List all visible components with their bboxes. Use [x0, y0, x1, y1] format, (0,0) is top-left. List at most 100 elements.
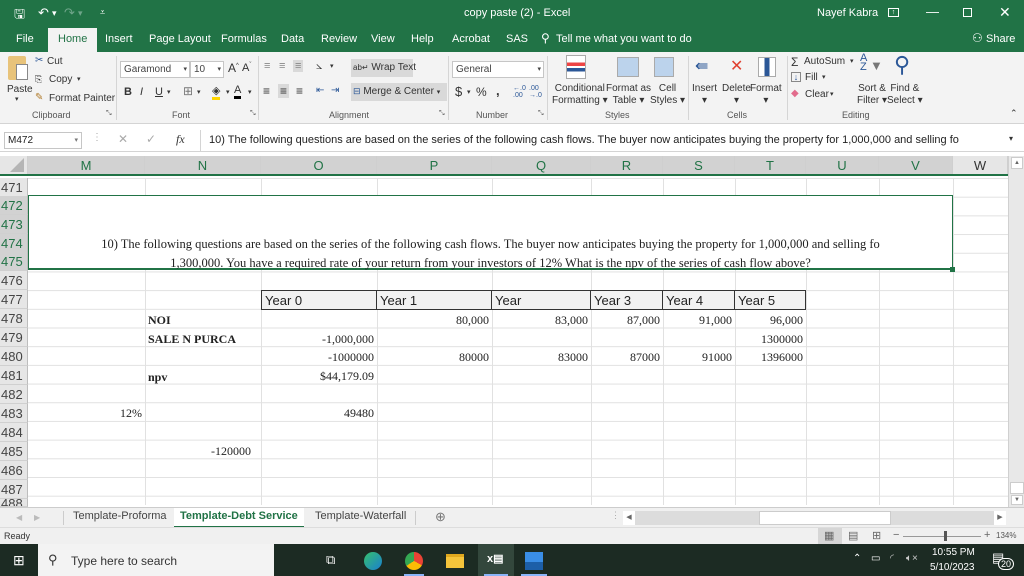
- font-launcher-icon[interactable]: ⤡: [250, 110, 256, 118]
- clear-dropdown-icon[interactable]: ▾: [830, 90, 834, 98]
- new-sheet-icon[interactable]: ⊕: [435, 509, 446, 525]
- cell-sale-year5[interactable]: 1300000: [735, 330, 806, 349]
- number-launcher-icon[interactable]: ⤡: [538, 110, 544, 118]
- currency-button[interactable]: $: [455, 84, 462, 99]
- tell-me-search[interactable]: Tell me what you want to do: [556, 33, 692, 45]
- decrease-decimal-icon[interactable]: .00 →.0: [529, 85, 542, 99]
- row-header[interactable]: 486: [0, 461, 28, 480]
- cancel-entry-icon[interactable]: ✕: [118, 132, 128, 146]
- clear-button[interactable]: Clear: [805, 89, 829, 100]
- cell-total-year0[interactable]: -1000000: [261, 348, 377, 367]
- cell-label-noi[interactable]: NOI: [145, 311, 261, 330]
- column-header-w[interactable]: W: [953, 156, 1008, 174]
- taskbar-search-box[interactable]: ⚲ Type here to search: [38, 544, 274, 576]
- cell-noi-year3[interactable]: 87,000: [591, 311, 663, 330]
- tab-sas[interactable]: SAS: [506, 33, 528, 45]
- cell-label-npv[interactable]: npv: [145, 368, 261, 387]
- copy-dropdown-icon[interactable]: ▾: [77, 75, 81, 83]
- insert-cells-button[interactable]: Insert ▾: [692, 83, 717, 107]
- tab-split-handle-icon[interactable]: ⋮: [611, 510, 620, 521]
- zoom-out-icon[interactable]: −: [893, 529, 899, 541]
- row-header[interactable]: 473: [0, 215, 28, 234]
- user-name[interactable]: Nayef Kabra: [817, 7, 878, 19]
- tab-data[interactable]: Data: [281, 33, 304, 45]
- zoom-slider-thumb[interactable]: [944, 531, 947, 541]
- column-header-t[interactable]: T: [735, 156, 806, 174]
- row-header[interactable]: 483: [0, 404, 28, 423]
- sort-filter-button[interactable]: Sort & Filter ▾: [857, 83, 887, 107]
- alignment-launcher-icon[interactable]: ⤡: [439, 110, 445, 118]
- conditional-formatting-button[interactable]: Conditional Formatting ▾: [552, 83, 608, 107]
- increase-font-icon[interactable]: A^: [228, 61, 239, 75]
- format-as-table-button[interactable]: Format as Table ▾: [606, 83, 651, 107]
- tab-formulas[interactable]: Formulas: [221, 33, 267, 45]
- borders-icon[interactable]: ⊞: [183, 84, 193, 98]
- font-color-dropdown-icon[interactable]: ▾: [248, 88, 252, 96]
- row-header[interactable]: 485: [0, 442, 28, 461]
- row-header[interactable]: 475: [0, 252, 28, 271]
- increase-indent-icon[interactable]: ⇥: [331, 85, 339, 96]
- minimize-icon[interactable]: —: [926, 4, 939, 19]
- select-all-button[interactable]: [0, 156, 28, 174]
- orientation-icon[interactable]: ⦣: [316, 60, 322, 73]
- merge-center-button[interactable]: ⊟ Merge & Center ▾: [351, 83, 447, 101]
- row-header[interactable]: 476: [0, 271, 28, 290]
- zoom-slider[interactable]: [903, 536, 981, 537]
- page-layout-view-icon[interactable]: ▤: [848, 529, 858, 542]
- find-select-button[interactable]: Find & Select ▾: [887, 83, 923, 107]
- row-header[interactable]: 471: [0, 178, 28, 197]
- column-header-r[interactable]: R: [591, 156, 663, 174]
- prev-sheet-icon[interactable]: ◀: [16, 513, 22, 522]
- column-header-v[interactable]: V: [879, 156, 953, 174]
- cell-noi-year2[interactable]: 83,000: [492, 311, 591, 330]
- scroll-down-arrow-icon[interactable]: ▼: [1011, 495, 1023, 505]
- column-header-s[interactable]: S: [663, 156, 735, 174]
- cell-noi-year1[interactable]: 80,000: [377, 311, 492, 330]
- clipboard-launcher-icon[interactable]: ⤡: [106, 110, 112, 118]
- wrap-text-button[interactable]: ab↵ Wrap Text: [351, 59, 416, 77]
- task-view-icon[interactable]: ⧉: [326, 552, 335, 568]
- increase-decimal-icon[interactable]: ←.0.00: [513, 85, 526, 99]
- save-icon[interactable]: 🖫: [14, 5, 25, 27]
- underline-dropdown-icon[interactable]: ▾: [167, 88, 171, 96]
- autosum-button[interactable]: AutoSum: [804, 56, 845, 67]
- scroll-right-arrow-icon[interactable]: ▶: [994, 511, 1006, 525]
- scroll-left-arrow-icon[interactable]: ◀: [623, 511, 635, 525]
- column-header-o[interactable]: O: [261, 156, 377, 174]
- normal-view-button[interactable]: ▦: [818, 528, 842, 544]
- underline-button[interactable]: U: [155, 86, 163, 98]
- excel-taskbar-button[interactable]: x▤: [478, 544, 514, 576]
- merged-question-cell[interactable]: 10) The following questions are based on…: [28, 195, 955, 272]
- sheet-tab-template-proforma[interactable]: Template-Proforma: [73, 510, 167, 522]
- row-header[interactable]: 472: [0, 196, 28, 215]
- close-icon[interactable]: ✕: [999, 4, 1011, 21]
- row-header[interactable]: 480: [0, 347, 28, 366]
- top-align-icon[interactable]: ≡: [264, 60, 270, 72]
- zoom-level[interactable]: 134%: [996, 531, 1016, 540]
- row-header[interactable]: 484: [0, 423, 28, 442]
- cell-rate[interactable]: 12%: [28, 404, 145, 423]
- paste-dropdown-icon[interactable]: ▾: [15, 95, 19, 103]
- fill-button[interactable]: Fill: [805, 72, 818, 83]
- align-right-icon[interactable]: ≡: [296, 84, 303, 98]
- expand-formula-bar-icon[interactable]: ▾: [1009, 134, 1013, 143]
- fill-color-dropdown-icon[interactable]: ▾: [226, 88, 230, 96]
- undo-icon[interactable]: ↶: [38, 5, 49, 21]
- row-header[interactable]: 474: [0, 234, 28, 253]
- sheet-tab-template-waterfall[interactable]: Template-Waterfall: [315, 510, 406, 522]
- undo-dropdown-icon[interactable]: ▾: [52, 8, 57, 19]
- font-name-select[interactable]: Garamond ▾: [120, 61, 190, 78]
- cell-total-year3[interactable]: 87000: [591, 348, 663, 367]
- row-header[interactable]: 487: [0, 480, 28, 499]
- share-button[interactable]: Share: [986, 33, 1015, 45]
- align-left-icon[interactable]: ≡: [263, 84, 270, 98]
- row-header[interactable]: 481: [0, 366, 28, 385]
- ribbon-display-options-icon[interactable]: ↑: [888, 8, 899, 17]
- tab-view[interactable]: View: [371, 33, 395, 45]
- tab-acrobat[interactable]: Acrobat: [452, 33, 490, 45]
- zoom-in-icon[interactable]: +: [984, 529, 990, 541]
- fill-dropdown-icon[interactable]: ▾: [822, 73, 826, 81]
- tab-review[interactable]: Review: [321, 33, 357, 45]
- copy-button[interactable]: Copy: [49, 74, 72, 85]
- vertical-scroll-thumb[interactable]: [1010, 482, 1024, 494]
